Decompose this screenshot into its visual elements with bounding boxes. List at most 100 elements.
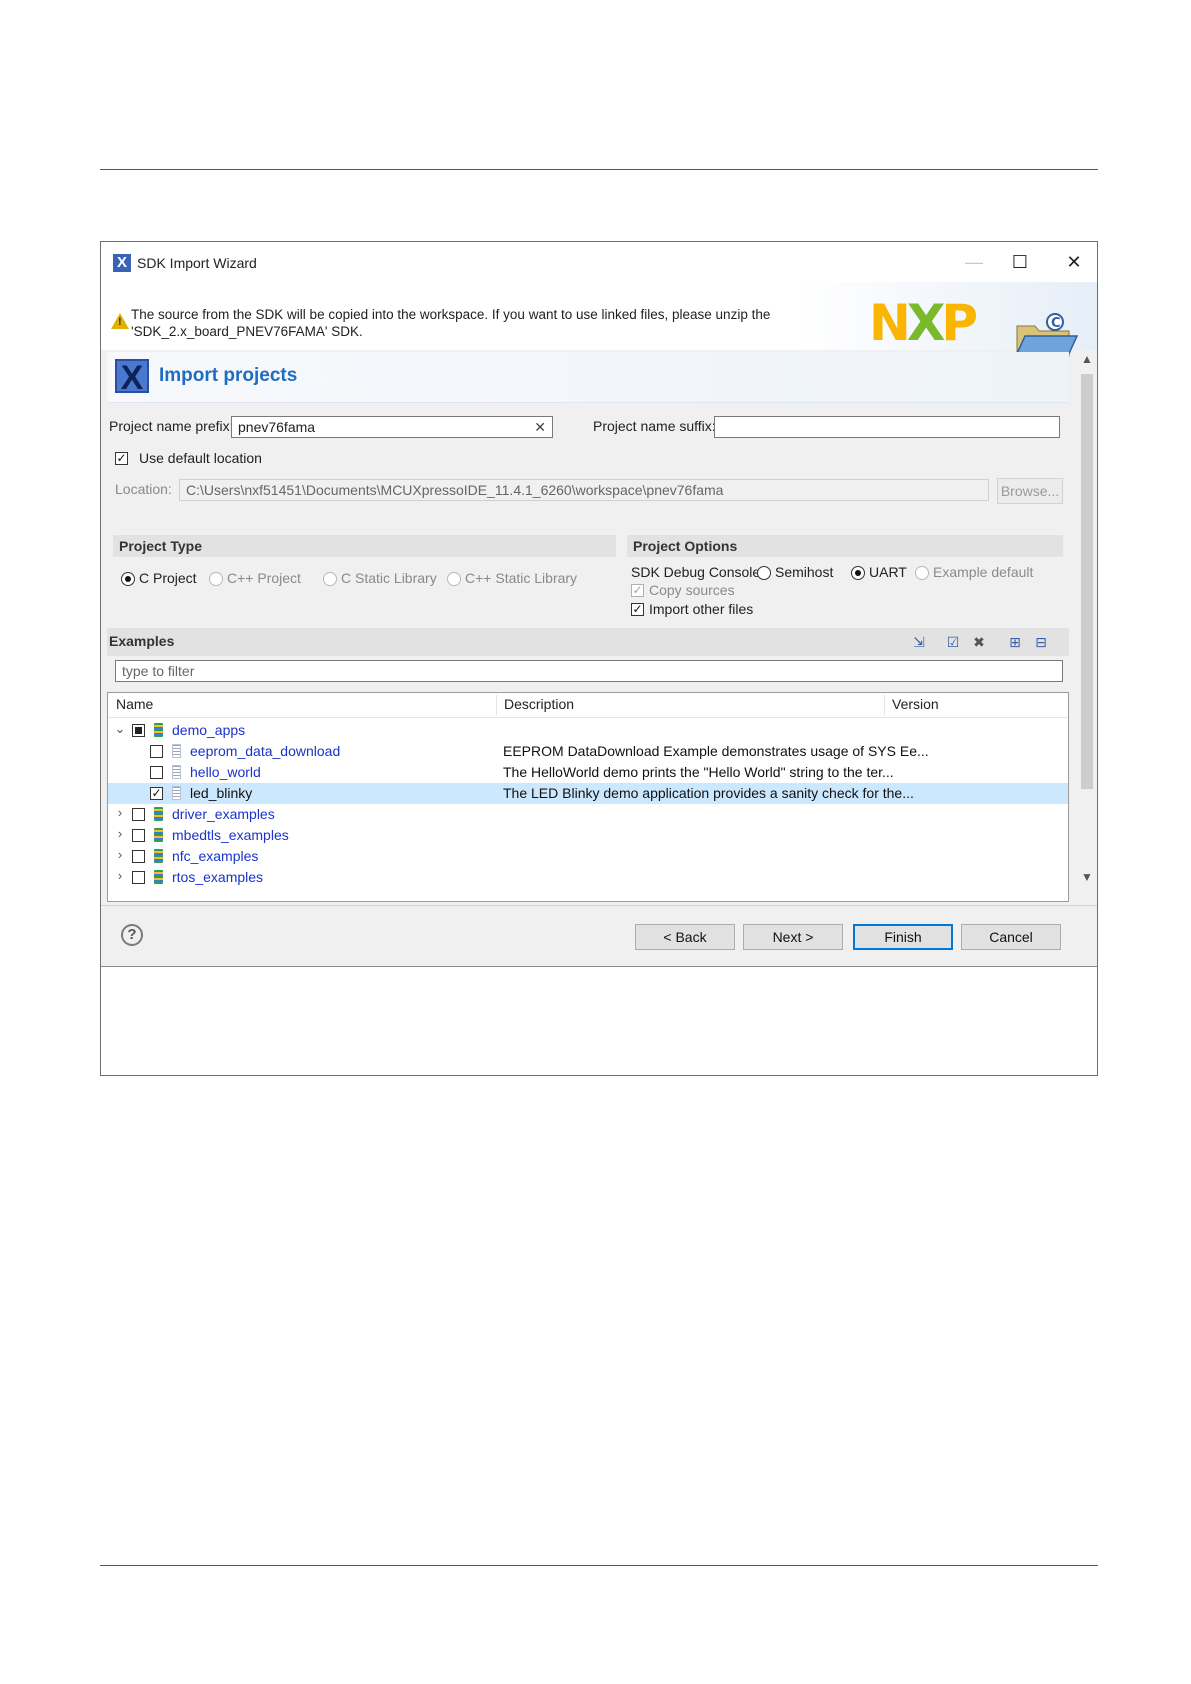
example-group-icon <box>154 849 163 863</box>
c-project-radio[interactable] <box>121 572 135 586</box>
scroll-up-icon[interactable]: ▲ <box>1077 352 1097 366</box>
tree-row-demo-apps[interactable]: ⌄ demo_apps <box>108 720 1068 741</box>
copy-sources-label: Copy sources <box>649 582 735 598</box>
tree-row-driver-examples[interactable]: › driver_examples <box>108 804 1068 825</box>
examples-filter-placeholder: type to filter <box>122 663 195 679</box>
c-static-library-label: C Static Library <box>341 570 437 586</box>
finish-button[interactable]: Finish <box>853 924 953 950</box>
page-title: Import projects <box>159 365 298 386</box>
examples-filter-input[interactable]: type to filter <box>115 660 1063 682</box>
tree-row-hello-world[interactable]: hello_world The HelloWorld demo prints t… <box>108 762 1068 783</box>
sdk-debug-console-label: SDK Debug Console <box>631 564 761 580</box>
hello-world-checkbox[interactable] <box>150 766 163 779</box>
project-suffix-input[interactable] <box>714 416 1060 438</box>
rtos-examples-label: rtos_examples <box>172 869 264 885</box>
cpp-static-library-label: C++ Static Library <box>465 570 578 586</box>
nxp-logo: NXP <box>869 298 978 348</box>
help-icon[interactable]: ? <box>121 924 143 946</box>
nxp-logo-p: P <box>941 294 978 352</box>
example-default-radio[interactable] <box>915 566 929 580</box>
column-description[interactable]: Description <box>504 696 574 712</box>
example-default-label: Example default <box>933 564 1034 580</box>
tree-row-mbedtls-examples[interactable]: › mbedtls_examples <box>108 825 1068 846</box>
project-prefix-label: Project name prefix: <box>109 418 234 434</box>
copy-sources-checkbox[interactable]: ✓ <box>631 584 644 597</box>
examples-toolbar: Examples ⇲ ☑ ✖ ⊞ ⊟ <box>107 628 1069 656</box>
semihost-radio[interactable] <box>757 566 771 580</box>
project-suffix-label: Project name suffix: <box>593 418 716 434</box>
location-value: C:\Users\nxf51451\Documents\MCUXpressoID… <box>186 482 724 498</box>
minimize-button[interactable]: — <box>951 248 997 276</box>
use-default-location-checkbox[interactable]: ✓ <box>115 452 128 465</box>
scrollbar-thumb[interactable] <box>1081 374 1093 789</box>
collapse-all-icon[interactable]: ⊟ <box>1033 634 1049 650</box>
hello-world-description: The HelloWorld demo prints the "Hello Wo… <box>503 764 894 780</box>
chevron-right-icon[interactable]: › <box>114 805 126 820</box>
location-input[interactable]: C:\Users\nxf51451\Documents\MCUXpressoID… <box>179 479 989 501</box>
import-from-file-icon[interactable]: ⇲ <box>911 634 927 650</box>
eeprom-data-download-description: EEPROM DataDownload Example demonstrates… <box>503 743 929 759</box>
nfc-examples-checkbox[interactable] <box>132 850 145 863</box>
chevron-right-icon[interactable]: › <box>114 826 126 841</box>
mbedtls-examples-label: mbedtls_examples <box>172 827 289 843</box>
eeprom-data-download-checkbox[interactable] <box>150 745 163 758</box>
maximize-button[interactable]: ☐ <box>997 248 1043 276</box>
nxp-logo-x: X <box>906 294 946 352</box>
tree-row-nfc-examples[interactable]: › nfc_examples <box>108 846 1068 867</box>
next-button[interactable]: Next > <box>743 924 843 950</box>
close-button[interactable]: ✕ <box>1051 248 1097 276</box>
chevron-right-icon[interactable]: › <box>114 847 126 862</box>
window-title: SDK Import Wizard <box>137 255 257 271</box>
examples-heading: Examples <box>109 633 175 649</box>
tree-row-led-blinky[interactable]: ✓ led_blinky The LED Blinky demo applica… <box>108 783 1068 804</box>
chevron-down-icon[interactable]: ⌄ <box>114 721 126 737</box>
warning-mark: ! <box>118 316 122 328</box>
mbedtls-examples-checkbox[interactable] <box>132 829 145 842</box>
deselect-all-icon[interactable]: ✖ <box>971 634 987 650</box>
uart-radio[interactable] <box>851 566 865 580</box>
cpp-static-library-radio[interactable] <box>447 572 461 586</box>
expand-all-icon[interactable]: ⊞ <box>1007 634 1023 650</box>
semihost-label: Semihost <box>775 564 834 580</box>
example-file-icon <box>172 786 181 800</box>
examples-tree: Name Description Version ⌄ demo_apps eep… <box>107 692 1069 902</box>
driver-examples-checkbox[interactable] <box>132 808 145 821</box>
wizard-header: ! The source from the SDK will be copied… <box>101 282 1097 359</box>
back-button[interactable]: < Back <box>635 924 735 950</box>
cpp-project-label: C++ Project <box>227 570 301 586</box>
demo-apps-checkbox[interactable] <box>132 724 145 737</box>
dialog-bottom-strip <box>101 967 1097 1075</box>
example-group-icon <box>154 723 163 737</box>
led-blinky-checkbox[interactable]: ✓ <box>150 787 163 800</box>
c-static-library-radio[interactable] <box>323 572 337 586</box>
column-separator <box>496 695 497 715</box>
hello-world-label: hello_world <box>190 764 261 780</box>
chevron-right-icon[interactable]: › <box>114 868 126 883</box>
project-prefix-input[interactable]: pnev76fama ✕ <box>231 416 553 438</box>
scroll-down-icon[interactable]: ▼ <box>1077 870 1097 884</box>
example-file-icon <box>172 765 181 779</box>
use-default-location-label: Use default location <box>139 450 262 466</box>
warning-line-1: The source from the SDK will be copied i… <box>131 307 771 322</box>
browse-button[interactable]: Browse... <box>997 478 1063 504</box>
clear-icon[interactable]: ✕ <box>534 417 546 437</box>
column-name[interactable]: Name <box>116 696 153 712</box>
cancel-button[interactable]: Cancel <box>961 924 1061 950</box>
nxp-logo-n: N <box>869 294 911 352</box>
import-other-files-checkbox[interactable]: ✓ <box>631 603 644 616</box>
example-group-icon <box>154 870 163 884</box>
import-other-files-label: Import other files <box>649 601 754 617</box>
tree-row-rtos-examples[interactable]: › rtos_examples <box>108 867 1068 888</box>
example-group-icon <box>154 828 163 842</box>
demo-apps-label: demo_apps <box>172 722 246 738</box>
cpp-project-radio[interactable] <box>209 572 223 586</box>
tree-row-eeprom-data-download[interactable]: eeprom_data_download EEPROM DataDownload… <box>108 741 1068 762</box>
page-bottom-rule <box>100 1565 1098 1566</box>
vertical-scrollbar[interactable]: ▲ ▼ <box>1077 350 1097 905</box>
svg-text:C: C <box>1051 316 1061 331</box>
select-all-icon[interactable]: ☑ <box>945 634 961 650</box>
sdk-import-wizard-dialog: X SDK Import Wizard — ☐ ✕ ! The source f… <box>100 241 1098 1076</box>
column-version[interactable]: Version <box>892 696 939 712</box>
rtos-examples-checkbox[interactable] <box>132 871 145 884</box>
page-top-rule <box>100 169 1098 170</box>
